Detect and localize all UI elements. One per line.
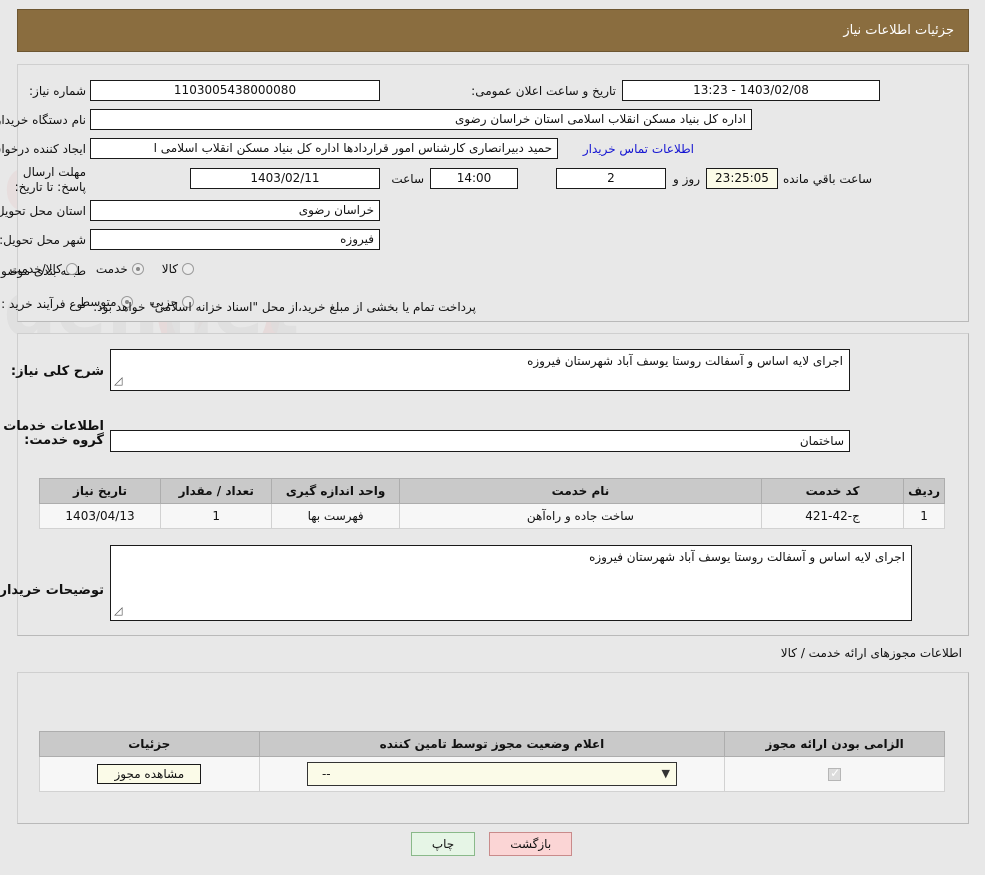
buyer-org-label: نام دستگاه خریدار: <box>0 113 87 127</box>
col-row: ردیف <box>904 478 946 504</box>
radio-category-2-label: کالا/خدمت <box>10 262 63 276</box>
radio-category-0[interactable] <box>183 263 195 275</box>
province-label: استان محل تحویل: <box>0 204 87 218</box>
service-table: ردیف کد خدمت نام خدمت واحد اندازه گیری ت… <box>39 478 946 529</box>
cell-required <box>725 756 946 792</box>
page-root: AriaTender.net AriaTender.net جزئیات اطل… <box>0 0 985 875</box>
deadline-hour: 14:00 <box>431 168 519 189</box>
announce-value: 1403/02/08 - 13:23 <box>623 80 881 101</box>
page-header: جزئیات اطلاعات نیاز <box>18 9 970 52</box>
buyer-remarks-textarea[interactable]: اجرای لایه اساس و آسفالت روستا یوسف آباد… <box>111 545 913 621</box>
table-row: 1 ج-42-421 ساخت جاده و راه‌آهن فهرست بها… <box>39 503 946 529</box>
col-unit: واحد اندازه گیری <box>272 478 401 504</box>
radio-category-0-label: کالا <box>162 262 179 276</box>
buyer-contact-link[interactable]: اطلاعات تماس خریدار <box>584 142 695 156</box>
license-status-value: -- <box>322 767 332 781</box>
days-remaining: 2 <box>557 168 667 189</box>
col-code: کد خدمت <box>762 478 906 504</box>
announce-label: تاریخ و ساعت اعلان عمومی: <box>472 84 617 98</box>
license-status-select[interactable]: ▼ -- <box>307 762 678 786</box>
city-label: شهر محل تحویل: <box>0 233 87 247</box>
radio-category-1[interactable] <box>132 263 145 275</box>
license-table-header-row: الزامی بودن ارائه مجوز اعلام وضعیت مجوز … <box>40 731 946 757</box>
service-table-header-row: ردیف کد خدمت نام خدمت واحد اندازه گیری ت… <box>39 478 946 504</box>
col-status: اعلام وضعیت مجوز توسط تامین کننده <box>259 731 727 757</box>
time-remaining: 23:25:05 <box>707 168 779 189</box>
col-name: نام خدمت <box>399 478 764 504</box>
creator-value: حمید دبیرانصاری کارشناس امور قراردادها ا… <box>91 138 559 159</box>
service-group-value: ساختمان <box>111 430 851 452</box>
chevron-down-icon: ▼ <box>662 767 671 780</box>
license-table: الزامی بودن ارائه مجوز اعلام وضعیت مجوز … <box>40 731 946 792</box>
deadline-label: مهلت ارسال پاسخ: تا تاریخ: <box>15 165 87 194</box>
summary-textarea[interactable]: اجرای لایه اساس و آسفالت روستا یوسف آباد… <box>111 349 851 391</box>
remaining-label: ساعت باقي مانده <box>783 172 873 186</box>
cell-unit: فهرست بها <box>272 503 401 529</box>
buyer-org-value: اداره کل بنیاد مسکن انقلاب اسلامی استان … <box>91 109 753 130</box>
footer-button-bar: بازگشت چاپ <box>0 832 985 856</box>
col-required: الزامی بودن ارائه مجوز <box>725 731 946 757</box>
print-button[interactable]: چاپ <box>411 832 477 856</box>
table-row: ▼ -- مشاهده مجوز <box>40 756 946 792</box>
cell-details: مشاهده مجوز <box>40 756 261 792</box>
need-info-panel <box>18 64 970 322</box>
province-value: خراسان رضوی <box>91 200 381 221</box>
buyer-remarks-label: توضیحات خریدار: <box>0 583 105 598</box>
col-details: جزئیات <box>40 731 261 757</box>
cell-name: ساخت جاده و راه‌آهن <box>399 503 764 529</box>
service-group-label: گروه خدمت: <box>25 433 105 448</box>
deadline-hour-label: ساعت <box>392 172 425 186</box>
days-label: روز و <box>674 172 701 186</box>
radio-category-1-label: خدمت <box>96 262 129 276</box>
required-checkbox <box>829 766 843 781</box>
col-need-date: تاریخ نیاز <box>39 478 163 504</box>
page-title: جزئیات اطلاعات نیاز <box>844 23 955 38</box>
cell-status: ▼ -- <box>259 756 727 792</box>
radio-category-2[interactable] <box>66 263 79 275</box>
back-button[interactable]: بازگشت <box>490 832 574 856</box>
city-value: فیروزه <box>91 229 381 250</box>
cell-need-date: 1403/04/13 <box>39 503 163 529</box>
col-quantity: تعداد / مقدار <box>161 478 274 504</box>
services-section-title: اطلاعات خدمات مورد نیاز <box>0 419 105 434</box>
process-note: پرداخت تمام یا بخشی از مبلغ خرید،از محل … <box>94 300 477 314</box>
need-number-value: 1103005438000080 <box>91 80 381 101</box>
cell-quantity: 1 <box>161 503 274 529</box>
licenses-section-note: اطلاعات مجوزهای ارائه خدمت / کالا <box>781 646 963 660</box>
category-radio-group: کالا خدمت کالا/خدمت <box>0 262 195 276</box>
cell-row: 1 <box>904 503 946 529</box>
cell-code: ج-42-421 <box>762 503 906 529</box>
need-number-label: شماره نیاز: <box>30 84 87 98</box>
view-license-button[interactable]: مشاهده مجوز <box>98 764 203 784</box>
creator-label: ایجاد کننده درخواست: <box>0 142 87 156</box>
summary-label: شرح کلی نیاز: <box>11 364 105 379</box>
deadline-date: 1403/02/11 <box>191 168 381 189</box>
